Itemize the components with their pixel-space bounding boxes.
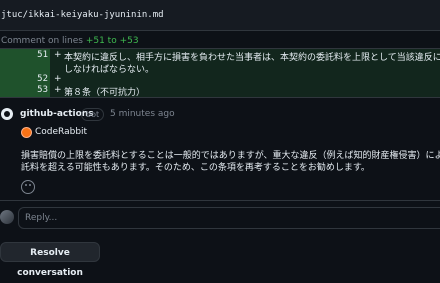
- diff-sign: +: [54, 74, 62, 84]
- comment-on-prefix: Comment on lines: [1, 36, 86, 46]
- diff-line-52: 52 +: [0, 74, 440, 85]
- line-number[interactable]: 52: [8, 74, 48, 84]
- diff-gutter: [0, 62, 50, 74]
- diff-code: 第８条（不可抗力）: [64, 88, 146, 97]
- file-header: jtuc/ikkai-keiyaku-jyuninin.md: [0, 0, 440, 31]
- diff-sign: +: [54, 50, 62, 60]
- diff-hunk: 51 + 本契約に違反し、相手方に損害を負わせた当事者は、本契約の委託料を上限と…: [0, 48, 440, 98]
- bot-badge: bot: [81, 108, 105, 121]
- coderabbit-label: CodeRabbit: [35, 127, 88, 137]
- diff-code: しなければならない。: [64, 65, 155, 74]
- add-reaction-smiley-icon[interactable]: [21, 180, 35, 194]
- diff-sign: +: [54, 85, 62, 95]
- diff-line-51: 51 + 本契約に違反し、相手方に損害を負わせた当事者は、本契約の委託料を上限と…: [0, 49, 440, 62]
- coderabbit-icon: [21, 127, 32, 138]
- reply-input[interactable]: [18, 207, 440, 229]
- comment-body: 損害賠償の上限を委託料とすることは一般的ではありますが、重大な違反（例えば知的財…: [21, 150, 440, 174]
- comment-on-lines: Comment on lines +51 to +53: [1, 36, 139, 46]
- comment-header: github-actions bot 5 minutes ago: [0, 106, 440, 124]
- diff-code: 本契約に違反し、相手方に損害を負わせた当事者は、本契約の委託料を上限として当該違…: [64, 53, 440, 62]
- comment-body-line: 損害賠償の上限を委託料とすることは一般的ではありますが、重大な違反（例えば知的財…: [21, 151, 440, 161]
- diff-line-51-wrap: しなければならない。: [0, 62, 440, 74]
- file-path[interactable]: jtuc/ikkai-keiyaku-jyuninin.md: [1, 10, 164, 20]
- comment-on-range[interactable]: +51 to +53: [86, 36, 139, 46]
- diff-line-53: 53 + 第８条（不可抗力）: [0, 85, 440, 97]
- comment-body-line: 託料を超える可能性もあります。そのため、この条項を再考することをお勧めします。: [21, 163, 370, 173]
- resolve-conversation-button[interactable]: Resolve conversation: [0, 242, 100, 278]
- user-avatar: [0, 210, 14, 224]
- github-actions-avatar-icon[interactable]: [1, 108, 13, 120]
- divider: [0, 200, 440, 201]
- line-number[interactable]: 51: [8, 50, 48, 60]
- comment-timestamp[interactable]: 5 minutes ago: [110, 109, 175, 119]
- line-number[interactable]: 53: [8, 85, 48, 95]
